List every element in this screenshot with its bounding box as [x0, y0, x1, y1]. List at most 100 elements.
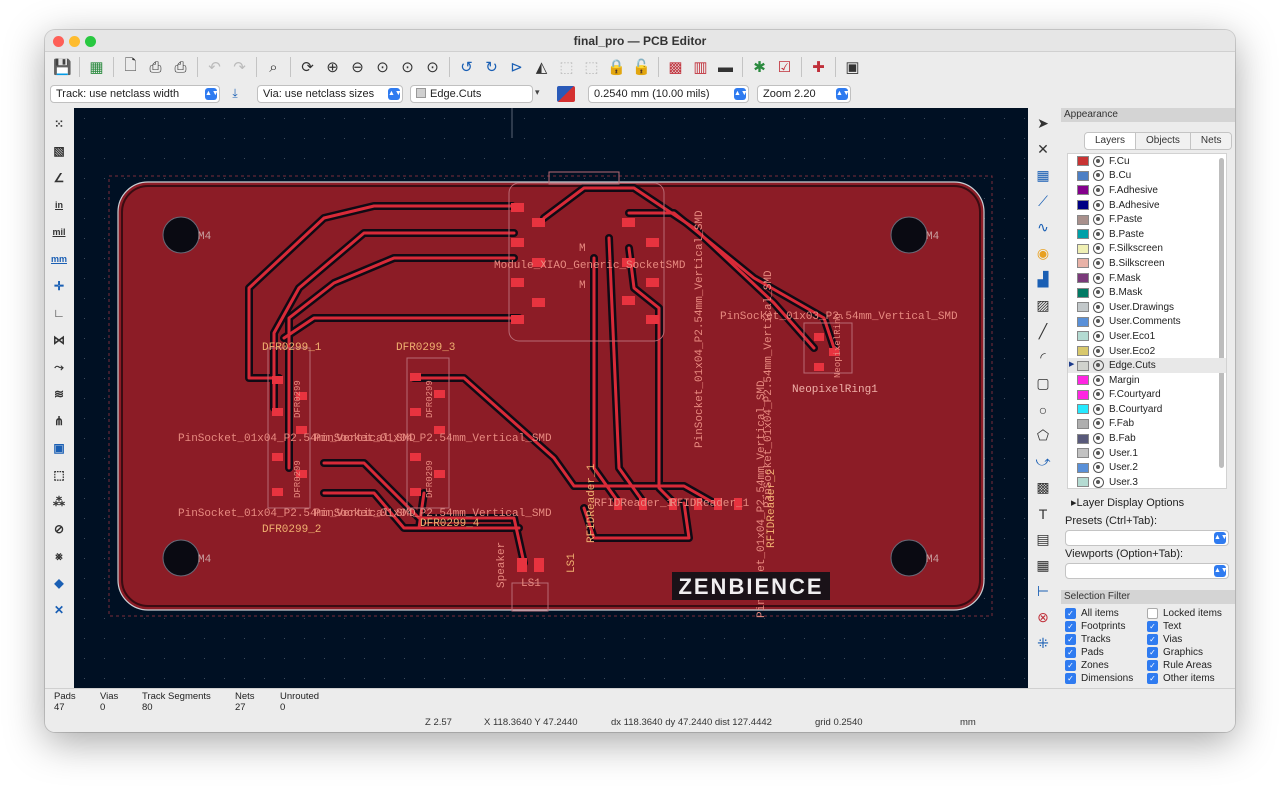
checkbox[interactable]: ✓ [1065, 607, 1076, 619]
layer-row[interactable]: User.Eco1 [1068, 329, 1226, 344]
tab-objects[interactable]: Objects [1136, 133, 1191, 149]
checkbox[interactable]: ✓ [1147, 672, 1158, 684]
plot-icon[interactable]: ⎙ [169, 56, 192, 79]
footprint-library-icon[interactable]: ▥ [689, 56, 712, 79]
checkbox[interactable]: ✓ [1147, 659, 1158, 671]
selection-filter-item[interactable]: ✓ Zones [1065, 659, 1147, 671]
track-outline-icon[interactable]: ≋ [47, 382, 71, 406]
selection-filter-item[interactable]: ✓ Graphics [1147, 646, 1229, 658]
layer-color-swatch[interactable] [1077, 331, 1089, 342]
layer-color-swatch[interactable] [1077, 302, 1089, 313]
cursor-shape-icon[interactable]: ✛ [47, 274, 71, 298]
layer-color-swatch[interactable] [1077, 433, 1089, 444]
select-arrow-icon[interactable]: ➤ [1031, 112, 1055, 135]
add-image-icon[interactable]: ▩ [1031, 476, 1055, 499]
layer-color-swatch[interactable] [1077, 375, 1089, 386]
visibility-eye-icon[interactable] [1093, 403, 1104, 415]
visibility-eye-icon[interactable] [1093, 170, 1104, 182]
visibility-eye-icon[interactable] [1093, 330, 1104, 342]
layer-row[interactable]: B.Paste [1068, 227, 1226, 242]
layer-color-swatch[interactable] [1077, 462, 1089, 473]
tab-layers[interactable]: Layers [1085, 133, 1137, 149]
layer-color-swatch[interactable] [1077, 156, 1089, 167]
layer-color-swatch[interactable] [1077, 185, 1089, 196]
contrast-mode-icon[interactable]: ⊘ [47, 517, 71, 541]
zoom-objects-icon[interactable]: ⊙ [396, 56, 419, 79]
flip-board-icon[interactable]: ⊳ [505, 56, 528, 79]
selection-filter-item[interactable]: ✓ Dimensions [1065, 672, 1147, 684]
drc-icon[interactable]: ☑ [773, 56, 796, 79]
grid-select[interactable]: 0.2540 mm (10.00 mils) ▲▼ [588, 85, 749, 103]
curved-ratsnest-icon[interactable]: ⤳ [47, 355, 71, 379]
layer-color-swatch[interactable] [1077, 258, 1089, 269]
layer-row[interactable]: User.Eco2 [1068, 344, 1226, 359]
selection-filter-item[interactable]: ✓ Text [1147, 620, 1229, 632]
route-track-icon[interactable]: ⟋ [1031, 190, 1055, 213]
selection-filter-item[interactable]: ✓ Rule Areas [1147, 659, 1229, 671]
units-mm-button[interactable]: mm [47, 247, 71, 271]
save-icon[interactable]: 💾 [51, 56, 74, 79]
layer-row[interactable]: ▶ Edge.Cuts [1068, 358, 1226, 373]
visibility-eye-icon[interactable] [1093, 155, 1104, 167]
angle-snap-icon[interactable]: ∟ [47, 301, 71, 325]
checkbox[interactable]: ✓ [1147, 646, 1158, 658]
layer-row[interactable]: B.Fab [1068, 431, 1226, 446]
layer-color-swatch[interactable] [1077, 477, 1089, 488]
visibility-eye-icon[interactable] [1093, 272, 1104, 284]
selection-filter-item[interactable]: Locked items [1147, 607, 1229, 619]
layer-color-swatch[interactable] [1077, 170, 1089, 181]
checkbox[interactable]: ✓ [1147, 620, 1158, 632]
layer-color-swatch[interactable] [1077, 214, 1089, 225]
visibility-eye-icon[interactable] [1093, 433, 1104, 445]
visibility-eye-icon[interactable] [1093, 345, 1104, 357]
draw-circle-icon[interactable]: ○ [1031, 398, 1055, 421]
terminal-icon[interactable]: ▣ [841, 56, 864, 79]
layer-color-swatch[interactable] [1077, 346, 1089, 357]
units-mil-button[interactable]: mil [47, 220, 71, 244]
units-inch-button[interactable]: in [47, 193, 71, 217]
zoom-fit-icon[interactable]: ⊙ [371, 56, 394, 79]
visibility-eye-icon[interactable] [1093, 389, 1104, 401]
zoom-in-icon[interactable]: ⊕ [321, 56, 344, 79]
visibility-eye-icon[interactable] [1093, 476, 1104, 488]
route-icon[interactable]: ✚ [807, 56, 830, 79]
selection-filter-item[interactable]: ✓ Pads [1065, 646, 1147, 658]
chevron-down-icon[interactable]: ▾ [535, 87, 540, 98]
python-scripting-icon[interactable]: ✱ [748, 56, 771, 79]
tools-icon[interactable]: ✕ [47, 598, 71, 622]
layer-color-swatch[interactable] [1077, 404, 1089, 415]
layer-color-swatch[interactable] [1077, 229, 1089, 240]
visibility-eye-icon[interactable] [1093, 360, 1104, 372]
selection-filter-item[interactable]: ✓ Footprints [1065, 620, 1147, 632]
layer-row[interactable]: User.2 [1068, 460, 1226, 475]
zoom-select[interactable]: Zoom 2.20 ▲▼ [757, 85, 851, 103]
visibility-eye-icon[interactable] [1093, 374, 1104, 386]
refresh-icon[interactable]: ⟳ [296, 56, 319, 79]
layer-color-swatch[interactable] [1077, 287, 1089, 298]
visibility-eye-icon[interactable] [1093, 257, 1104, 269]
layer-row[interactable]: User.Drawings [1068, 300, 1226, 315]
layer-color-swatch[interactable] [1077, 273, 1089, 284]
zoom-selection-icon[interactable]: ⊙ [421, 56, 444, 79]
page-settings-icon[interactable]: 🗋 [119, 56, 142, 79]
delete-tool-icon[interactable]: ⊗ [1031, 606, 1055, 629]
netlist-update-icon[interactable]: ▩ [664, 56, 687, 79]
ratsnest-icon[interactable]: ⋈ [47, 328, 71, 352]
unlock-icon[interactable]: 🔓 [630, 56, 653, 79]
layer-list[interactable]: F.Cu B.Cu F.Adhesive B.Adhesive F.Paste B.Pas… [1067, 153, 1227, 489]
visibility-eye-icon[interactable] [1093, 228, 1104, 240]
visibility-eye-icon[interactable] [1093, 214, 1104, 226]
layer-select[interactable]: Edge.Cuts [410, 85, 533, 103]
visibility-eye-icon[interactable] [1093, 184, 1104, 196]
checkbox[interactable] [1147, 607, 1158, 619]
layer-row[interactable]: F.Adhesive [1068, 183, 1226, 198]
layer-row[interactable]: Margin [1068, 373, 1226, 388]
checkbox[interactable]: ✓ [1065, 672, 1076, 684]
layer-row[interactable]: F.Silkscreen [1068, 242, 1226, 257]
zoom-out-icon[interactable]: ⊖ [346, 56, 369, 79]
layer-color-swatch[interactable] [1077, 316, 1089, 327]
selection-filter-item[interactable]: ✓ All items [1065, 607, 1147, 619]
checkbox[interactable]: ✓ [1147, 633, 1158, 645]
layer-row[interactable]: F.Mask [1068, 271, 1226, 286]
visibility-eye-icon[interactable] [1093, 287, 1104, 299]
